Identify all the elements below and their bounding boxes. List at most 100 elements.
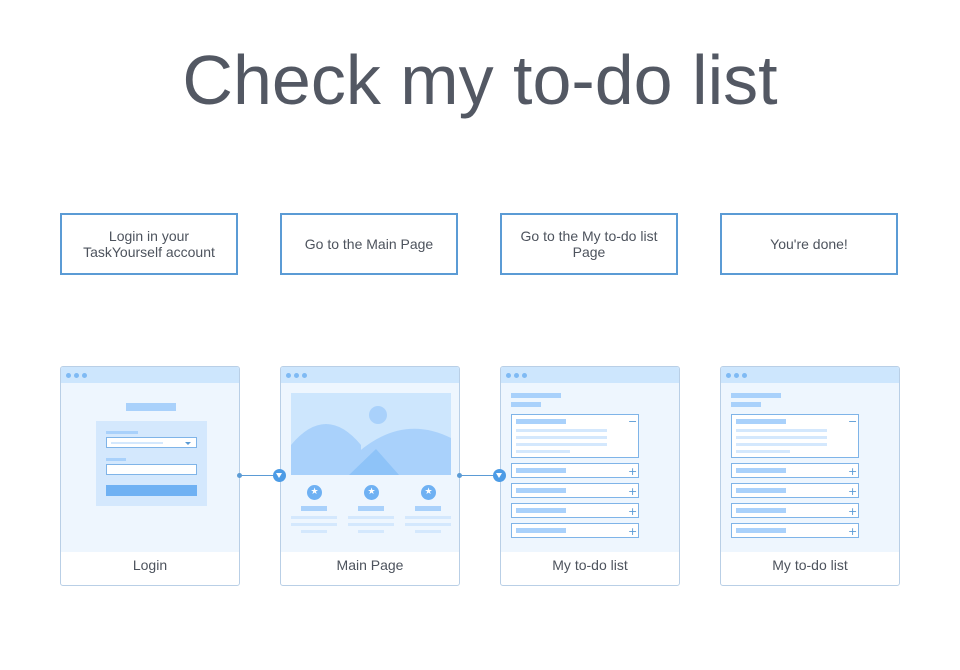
screen-body: − + + + + xyxy=(501,383,679,552)
step-main-page: Go to the Main Page xyxy=(280,213,458,275)
window-dot xyxy=(522,373,527,378)
plus-icon: + xyxy=(848,485,858,498)
star-icon: ★ xyxy=(364,485,379,500)
text-placeholder xyxy=(301,530,327,533)
step-label: Login in your TaskYourself account xyxy=(83,228,215,260)
accordion-item: + xyxy=(511,483,639,498)
text-placeholder xyxy=(415,530,441,533)
label-placeholder xyxy=(106,431,138,434)
step-done: You're done! xyxy=(720,213,898,275)
text-placeholder xyxy=(348,516,394,519)
item-title-placeholder xyxy=(516,528,566,533)
screen-label: My to-do list xyxy=(772,557,848,573)
window-dot xyxy=(286,373,291,378)
minus-icon: − xyxy=(848,415,858,428)
text-placeholder xyxy=(405,523,451,526)
window-dot xyxy=(82,373,87,378)
plus-icon: + xyxy=(628,465,638,478)
heading-placeholder xyxy=(301,506,327,511)
screen-todo-list-done: − + + + + My to-do list xyxy=(720,366,900,586)
text-placeholder xyxy=(736,429,827,432)
text-placeholder xyxy=(516,450,570,453)
label-placeholder xyxy=(106,458,126,461)
input-placeholder xyxy=(106,464,197,475)
item-title-placeholder xyxy=(736,508,786,513)
text-placeholder xyxy=(348,523,394,526)
text-placeholder xyxy=(736,450,790,453)
connector-line xyxy=(460,475,494,476)
window-dot xyxy=(294,373,299,378)
window-bar xyxy=(61,367,239,383)
image-placeholder-icon xyxy=(291,393,451,475)
window-dot xyxy=(66,373,71,378)
screen-label: Main Page xyxy=(336,557,404,573)
text-placeholder xyxy=(516,429,607,432)
subheading-placeholder xyxy=(511,402,541,407)
item-title-placeholder xyxy=(736,419,786,424)
login-form xyxy=(96,421,207,506)
page-title: Check my to-do list xyxy=(182,41,778,119)
window-dot xyxy=(726,373,731,378)
plus-icon: + xyxy=(628,485,638,498)
select-placeholder xyxy=(106,437,197,448)
accordion-item: + xyxy=(731,483,859,498)
plus-icon: + xyxy=(848,525,858,538)
window-bar xyxy=(281,367,459,383)
plus-icon: + xyxy=(628,505,638,518)
plus-icon: + xyxy=(628,525,638,538)
item-title-placeholder xyxy=(516,468,566,473)
window-dot xyxy=(74,373,79,378)
button-placeholder xyxy=(106,485,197,496)
step-todo-page: Go to the My to-do list Page xyxy=(500,213,678,275)
item-title-placeholder xyxy=(736,528,786,533)
item-title-placeholder xyxy=(516,488,566,493)
accordion-item: + xyxy=(511,503,639,518)
connector-arrow-icon xyxy=(493,469,506,482)
window-dot xyxy=(302,373,307,378)
text-placeholder xyxy=(111,442,163,444)
text-placeholder xyxy=(516,436,607,439)
plus-icon: + xyxy=(848,505,858,518)
subheading-placeholder xyxy=(731,402,761,407)
accordion-item: + xyxy=(731,463,859,478)
heading-placeholder xyxy=(731,393,781,398)
screen-label: Login xyxy=(132,557,168,573)
connector-arrow-icon xyxy=(273,469,286,482)
item-title-placeholder xyxy=(736,488,786,493)
screen-login: Login xyxy=(60,366,240,586)
text-placeholder xyxy=(291,516,337,519)
item-title-placeholder xyxy=(516,508,566,513)
text-placeholder xyxy=(291,523,337,526)
screen-body: ★ ★ ★ xyxy=(281,383,459,552)
screen-main-page: ★ ★ ★ Main Page xyxy=(280,366,460,586)
step-label: You're done! xyxy=(770,236,848,252)
star-icon: ★ xyxy=(421,485,436,500)
text-placeholder xyxy=(736,443,827,446)
item-title-placeholder xyxy=(736,468,786,473)
screen-label: My to-do list xyxy=(552,557,628,573)
accordion-item: + xyxy=(731,523,859,538)
step-label: Go to the Main Page xyxy=(304,236,434,252)
window-dot xyxy=(506,373,511,378)
plus-icon: + xyxy=(848,465,858,478)
accordion-open: − xyxy=(731,414,859,458)
text-placeholder xyxy=(405,516,451,519)
text-placeholder xyxy=(736,436,827,439)
item-title-placeholder xyxy=(516,419,566,424)
connector-line xyxy=(240,475,274,476)
step-label: Go to the My to-do list Page xyxy=(520,228,658,260)
window-dot xyxy=(514,373,519,378)
minus-icon: − xyxy=(628,415,638,428)
step-login: Login in your TaskYourself account xyxy=(60,213,238,275)
heading-placeholder xyxy=(415,506,441,511)
window-dot xyxy=(734,373,739,378)
text-placeholder xyxy=(358,530,384,533)
window-bar xyxy=(501,367,679,383)
screen-body: − + + + + xyxy=(721,383,899,552)
heading-placeholder xyxy=(511,393,561,398)
heading-placeholder xyxy=(358,506,384,511)
text-placeholder xyxy=(516,443,607,446)
screen-todo-list: − + + + + My to-do list xyxy=(500,366,680,586)
star-icon: ★ xyxy=(307,485,322,500)
heading-placeholder xyxy=(126,403,176,411)
